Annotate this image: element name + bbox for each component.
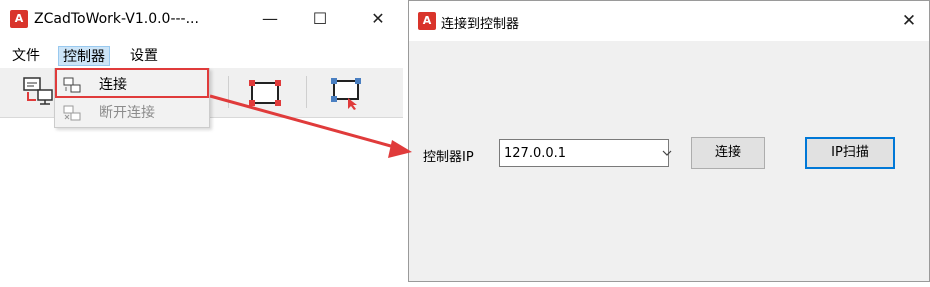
menu-item-disconnect-label: 断开连接 bbox=[99, 105, 155, 121]
menu-file[interactable]: 文件 bbox=[8, 46, 44, 66]
controller-ip-combobox[interactable] bbox=[499, 139, 672, 167]
ip-scan-button[interactable]: IP扫描 bbox=[805, 137, 895, 169]
chevron-down-icon[interactable] bbox=[660, 145, 674, 161]
rectangle-select-icon[interactable] bbox=[328, 74, 366, 112]
toolbar-separator bbox=[306, 76, 307, 108]
app-icon: A bbox=[10, 10, 28, 28]
dialog-app-icon: A bbox=[418, 12, 436, 30]
connect-highlight-box bbox=[55, 68, 209, 98]
disconnect-icon bbox=[63, 105, 81, 121]
toolbar-separator bbox=[228, 76, 229, 108]
connect-button[interactable]: 连接 bbox=[691, 137, 765, 169]
controller-ip-input[interactable] bbox=[504, 143, 644, 163]
main-window-title: ZCadToWork-V1.0.0---... bbox=[34, 11, 199, 27]
menu-bar: 文件 控制器 设置 bbox=[0, 44, 403, 68]
rectangle-frame-icon[interactable] bbox=[246, 74, 284, 112]
dialog-title: 连接到控制器 bbox=[441, 17, 520, 32]
main-window: A ZCadToWork-V1.0.0---... — ☐ ✕ 文件 控制器 设… bbox=[0, 0, 403, 287]
controller-ip-label: 控制器IP bbox=[423, 150, 474, 165]
connection-status-icon[interactable] bbox=[20, 74, 58, 112]
dialog-title-bar[interactable]: A 连接到控制器 ✕ bbox=[409, 1, 929, 41]
maximize-button[interactable]: ☐ bbox=[308, 9, 332, 29]
menu-controller[interactable]: 控制器 bbox=[58, 46, 110, 66]
menu-settings[interactable]: 设置 bbox=[126, 46, 162, 66]
menu-item-disconnect[interactable]: 断开连接 bbox=[59, 100, 207, 126]
main-title-bar[interactable]: A ZCadToWork-V1.0.0---... — ☐ ✕ bbox=[0, 0, 403, 38]
minimize-button[interactable]: — bbox=[258, 9, 282, 29]
connect-dialog: A 连接到控制器 ✕ 控制器IP 连接 IP扫描 bbox=[408, 0, 930, 282]
close-button[interactable]: ✕ bbox=[366, 9, 390, 29]
dialog-close-button[interactable]: ✕ bbox=[897, 11, 921, 31]
